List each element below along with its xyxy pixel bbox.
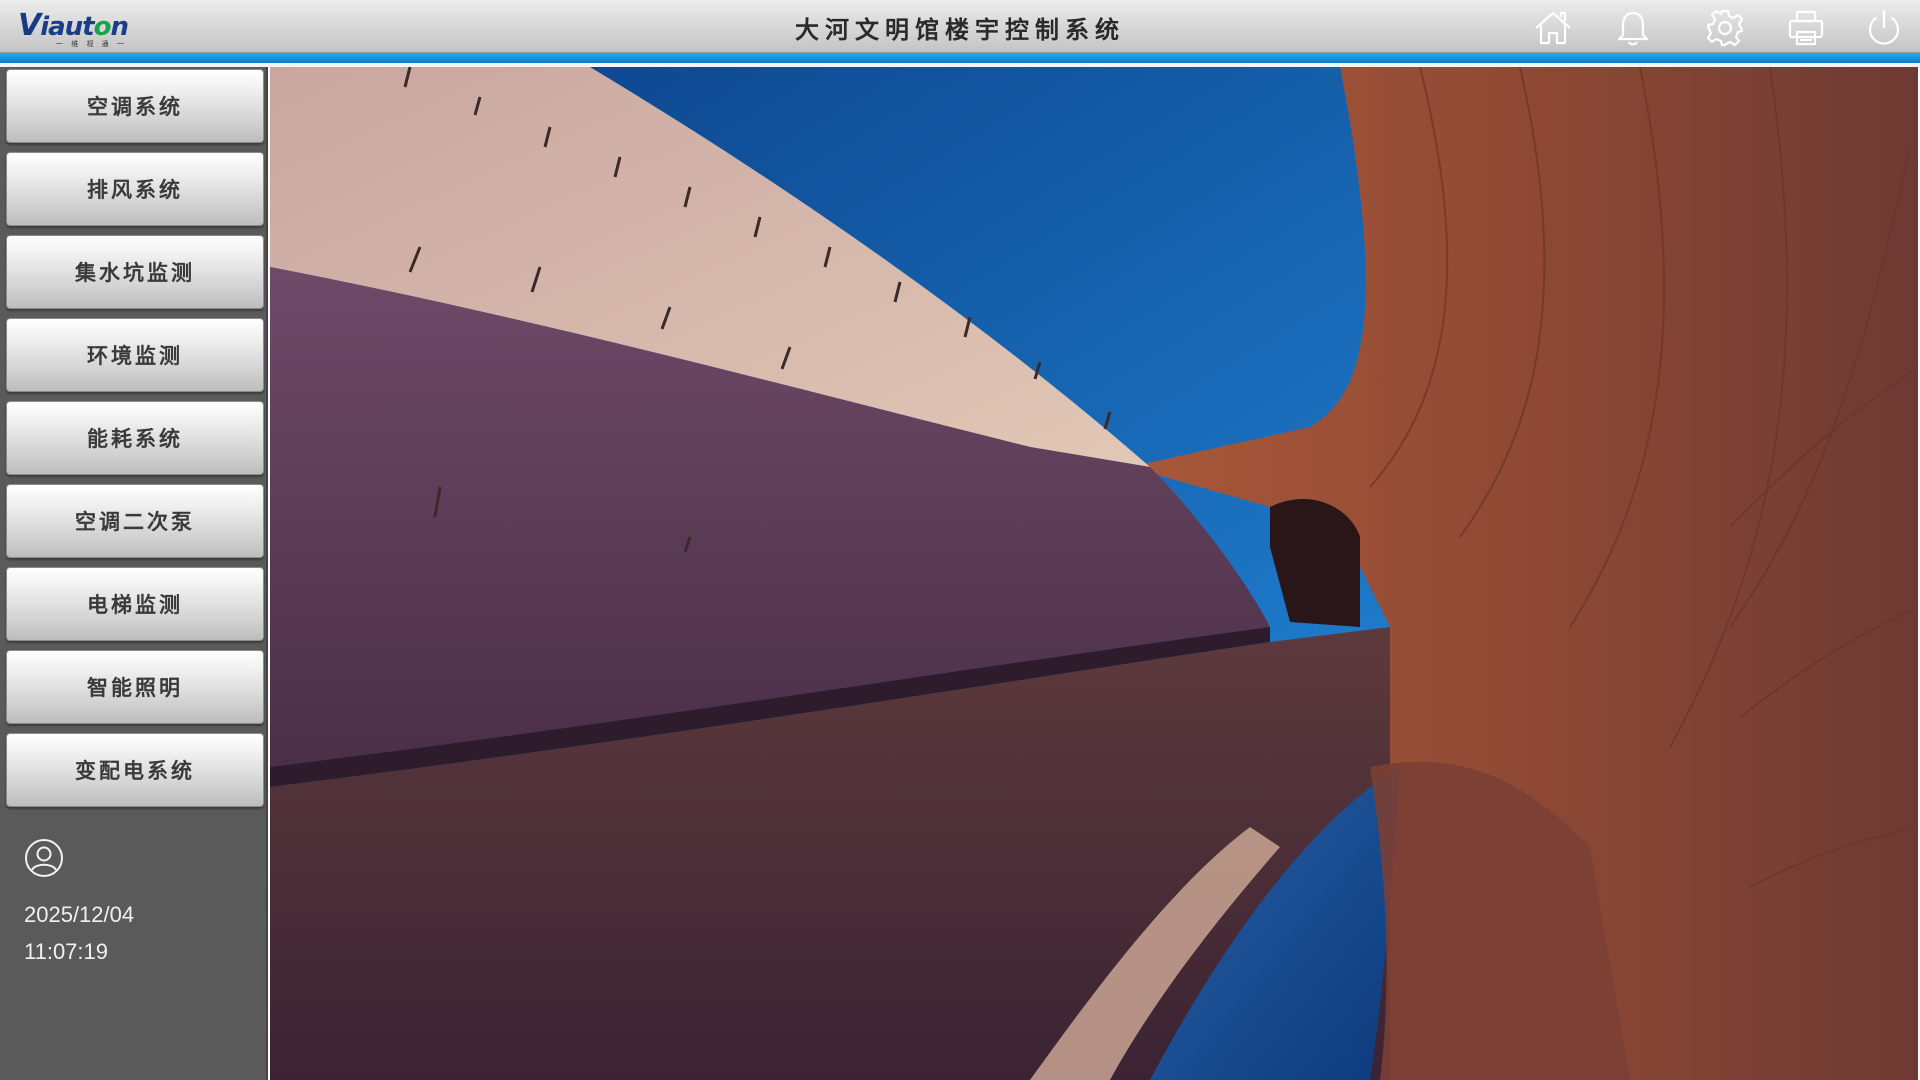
nav-button-environment[interactable]: 环境监测 xyxy=(6,318,264,392)
current-date: 2025/12/04 xyxy=(24,902,135,927)
nav-button-lighting[interactable]: 智能照明 xyxy=(6,650,264,724)
museum-architecture-photo xyxy=(270,67,1918,1080)
sidebar: 空调系统 排风系统 集水坑监测 环境监测 能耗系统 空调二次泵 电梯监测 智能照… xyxy=(0,67,268,1080)
home-icon[interactable] xyxy=(1533,8,1573,48)
nav-button-exhaust[interactable]: 排风系统 xyxy=(6,152,264,226)
current-time: 11:07:19 xyxy=(24,939,109,964)
nav-button-energy[interactable]: 能耗系统 xyxy=(6,401,264,475)
printer-icon[interactable] xyxy=(1786,8,1826,48)
nav-button-sump-monitor[interactable]: 集水坑监测 xyxy=(6,235,264,309)
header-accent-bar xyxy=(0,53,1920,63)
user-icon[interactable] xyxy=(24,838,64,878)
nav-button-power-distribution[interactable]: 变配电系统 xyxy=(6,733,264,807)
gear-icon[interactable] xyxy=(1705,8,1745,48)
power-icon[interactable] xyxy=(1864,8,1904,48)
nav-button-secondary-pump[interactable]: 空调二次泵 xyxy=(6,484,264,558)
nav-button-elevator[interactable]: 电梯监测 xyxy=(6,567,264,641)
nav-button-hvac[interactable]: 空调系统 xyxy=(6,69,264,143)
bell-icon[interactable] xyxy=(1613,8,1653,48)
header-bar: Viauton 一 维 视 通 一 大河文明馆楼宇控制系统 xyxy=(0,0,1920,53)
